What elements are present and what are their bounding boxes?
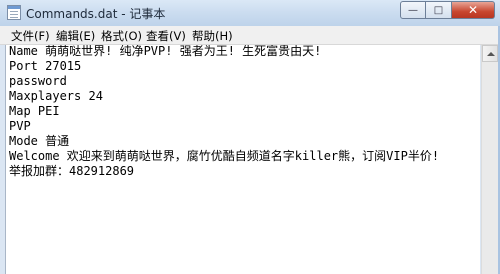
text-line: 举报加群：482912869 [9,164,135,178]
text-line: Map PEI [9,104,60,118]
caption-buttons: — □ ✕ [400,1,495,20]
text-editor-area[interactable]: Name 萌萌哒世界! 纯净PVP! 强者为王! 生死富贵由天! Port 27… [5,45,480,274]
menu-edit[interactable]: 编辑(E) [56,28,95,44]
window-title: Commands.dat - 记事本 [26,7,166,21]
close-button[interactable]: ✕ [452,1,495,19]
text-line: password [9,74,67,88]
menu-bar: 文件(F) 编辑(E) 格式(O) 查看(V) 帮助(H) [0,26,500,45]
text-line: Port 27015 [9,59,82,73]
text-line: Mode 普通 [9,134,70,148]
maximize-button[interactable]: □ [426,1,452,19]
notepad-window: Commands.dat - 记事本 — □ ✕ 文件(F) 编辑(E) 格式(… [0,0,500,274]
menu-format[interactable]: 格式(O) [101,28,142,44]
title-bar[interactable]: Commands.dat - 记事本 — □ ✕ [0,0,500,26]
text-line: Name 萌萌哒世界! 纯净PVP! 强者为王! 生死富贵由天! [9,45,322,58]
menu-view[interactable]: 查看(V) [146,28,186,44]
menu-help[interactable]: 帮助(H) [192,28,233,44]
vertical-scrollbar[interactable] [481,45,498,274]
scroll-up-icon[interactable] [482,45,498,62]
text-line: Maxplayers 24 [9,89,103,103]
menu-file[interactable]: 文件(F) [11,28,50,44]
notepad-app-icon[interactable] [7,5,21,20]
text-line: Welcome 欢迎来到萌萌哒世界，腐竹优酷自频道名字killer熊，订阅VIP… [9,149,440,163]
text-line: PVP [9,119,31,133]
minimize-button[interactable]: — [400,1,426,19]
